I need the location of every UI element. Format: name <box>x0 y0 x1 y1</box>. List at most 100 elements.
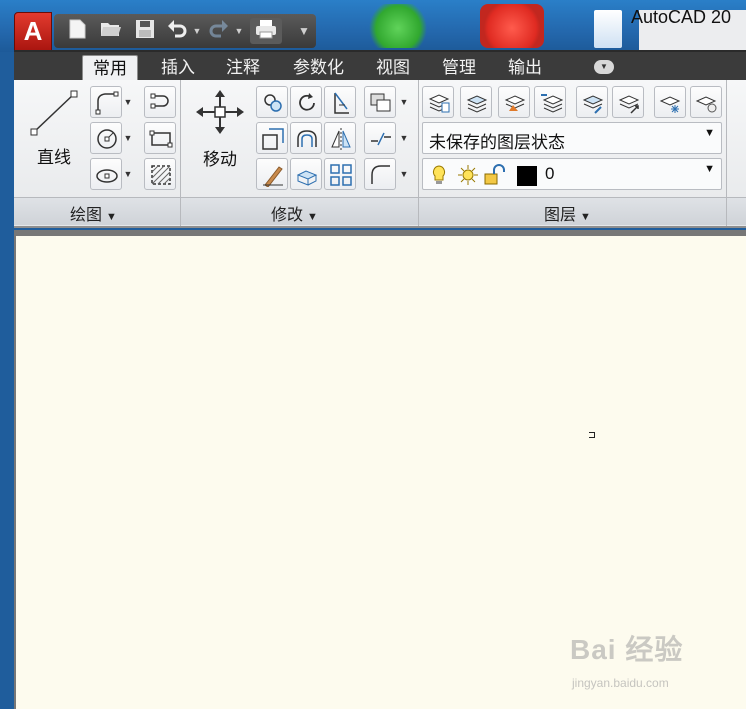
chevron-down-icon: ▼ <box>704 127 715 139</box>
layer-previous-icon <box>541 94 563 113</box>
break-icon <box>371 132 391 146</box>
layer-properties-button[interactable] <box>422 86 454 118</box>
circle-button[interactable] <box>90 122 122 154</box>
qat-menu-icon[interactable]: ▼ <box>298 22 310 40</box>
mirror-button[interactable] <box>324 122 356 154</box>
ribbon-panel-area: 直线 ▼ ▼ ▼ 移动 ▼ ▼ ▼ 未保存的图层状态 ▼ 0 ▼ 绘图 ▼ 修改… <box>14 80 746 228</box>
line-icon <box>30 90 78 136</box>
stretch-button[interactable] <box>256 122 288 154</box>
layer-freeze-button[interactable] <box>654 86 686 118</box>
layer-off-button[interactable] <box>690 86 722 118</box>
mirror-icon <box>331 128 351 150</box>
redo-icon[interactable] <box>206 18 232 44</box>
current-layer-name: 0 <box>545 164 555 183</box>
offset-button[interactable] <box>290 122 322 154</box>
save-icon[interactable] <box>132 18 158 44</box>
layer-match-button[interactable] <box>576 86 608 118</box>
watermark-url: jingyan.baidu.com <box>572 676 669 690</box>
circle-icon <box>97 129 117 149</box>
tab-insert[interactable]: 插入 <box>151 55 205 82</box>
ribbon-tab-bar: 常用 插入 注释 参数化 视图 管理 输出 ▼ <box>14 50 746 82</box>
layer-state-value: 未保存的图层状态 <box>429 133 565 152</box>
chevron-down-icon: ▼ <box>307 211 318 223</box>
hatch-button[interactable] <box>144 158 176 190</box>
line-button[interactable]: 直线 <box>28 88 80 168</box>
draw-panel-title[interactable]: 绘图 ▼ <box>70 201 117 225</box>
polyline-icon <box>95 91 119 115</box>
layer-off-icon <box>695 96 717 113</box>
polyline-dropdown-icon[interactable]: ▼ <box>122 86 134 118</box>
print-icon[interactable] <box>250 18 282 44</box>
layer-previous-button[interactable] <box>534 86 566 118</box>
scale-button[interactable] <box>290 158 322 190</box>
line-label: 直线 <box>37 148 71 167</box>
quick-access-toolbar: ▼ ▼ ▼ <box>54 14 316 48</box>
chevron-down-icon: ▼ <box>580 211 591 223</box>
rectangle-button[interactable] <box>144 122 176 154</box>
sun-icon <box>458 165 478 185</box>
hatch-icon <box>151 165 171 185</box>
tab-view[interactable]: 视图 <box>366 55 420 82</box>
trim-icon <box>334 92 349 114</box>
draw-panel-label: 绘图 <box>70 207 103 224</box>
spline-button[interactable] <box>144 86 176 118</box>
stretch-icon <box>262 128 284 150</box>
layer-dropdown[interactable]: 0 ▼ <box>422 158 722 190</box>
layers-panel-title[interactable]: 图层 ▼ <box>544 201 591 225</box>
copy-button[interactable] <box>256 86 288 118</box>
erase-icon <box>263 166 283 187</box>
layer-state-button[interactable] <box>460 86 492 118</box>
array-icon <box>330 164 352 186</box>
layer-change-icon <box>618 95 640 114</box>
tab-manage[interactable]: 管理 <box>432 55 486 82</box>
layers-panel-label: 图层 <box>544 207 577 224</box>
explode-button[interactable] <box>364 122 396 154</box>
autocad-logo-icon: A <box>23 16 43 46</box>
spline-icon <box>150 93 169 109</box>
chevron-down-icon: ▼ <box>106 211 117 223</box>
rotate-icon <box>299 93 315 111</box>
fillet-button[interactable] <box>364 158 396 190</box>
layer-iso-button[interactable] <box>498 86 530 118</box>
redo-dropdown-icon[interactable]: ▼ <box>234 22 244 40</box>
new-icon[interactable] <box>64 18 90 44</box>
window-title: AutoCAD 20 <box>631 7 732 27</box>
erase-button[interactable] <box>256 158 288 190</box>
layer-state-dropdown[interactable]: 未保存的图层状态 ▼ <box>422 122 722 154</box>
draworder-button[interactable] <box>364 86 396 118</box>
trim-button[interactable] <box>324 86 356 118</box>
scale-icon <box>296 170 318 186</box>
tab-annotate[interactable]: 注释 <box>216 55 270 82</box>
undo-dropdown-icon[interactable]: ▼ <box>192 22 202 40</box>
modify-panel-title[interactable]: 修改 ▼ <box>271 201 318 225</box>
ellipse-button[interactable] <box>90 158 122 190</box>
ellipse-dropdown-icon[interactable]: ▼ <box>122 158 134 190</box>
array-button[interactable] <box>324 158 356 190</box>
next-panel-footer <box>727 197 746 225</box>
rectangle-icon <box>149 130 173 148</box>
layer-change-button[interactable] <box>612 86 644 118</box>
polyline-button[interactable] <box>90 86 122 118</box>
application-menu-button[interactable]: A <box>14 12 52 52</box>
ribbon-minimize-icon[interactable]: ▼ <box>594 60 614 74</box>
open-icon[interactable] <box>98 18 124 44</box>
layer-state-icon <box>466 95 488 113</box>
crosshair-cursor-icon <box>589 432 595 438</box>
explode-dropdown-icon[interactable]: ▼ <box>398 122 410 154</box>
layer-freeze-icon <box>659 96 681 113</box>
bulb-icon <box>432 165 446 184</box>
move-button[interactable]: 移动 <box>192 88 248 169</box>
tab-parametric[interactable]: 参数化 <box>283 55 354 82</box>
tab-output[interactable]: 输出 <box>498 55 552 82</box>
circle-dropdown-icon[interactable]: ▼ <box>122 122 134 154</box>
copy-icon <box>264 94 282 112</box>
rotate-button[interactable] <box>290 86 322 118</box>
undo-icon[interactable] <box>164 18 190 44</box>
layer-match-icon <box>582 95 604 114</box>
fillet-dropdown-icon[interactable]: ▼ <box>398 158 410 190</box>
offset-icon <box>297 130 317 147</box>
draworder-icon <box>370 93 391 112</box>
chevron-down-icon: ▼ <box>704 163 715 175</box>
tab-home[interactable]: 常用 <box>82 55 138 82</box>
draworder-dropdown-icon[interactable]: ▼ <box>398 86 410 118</box>
